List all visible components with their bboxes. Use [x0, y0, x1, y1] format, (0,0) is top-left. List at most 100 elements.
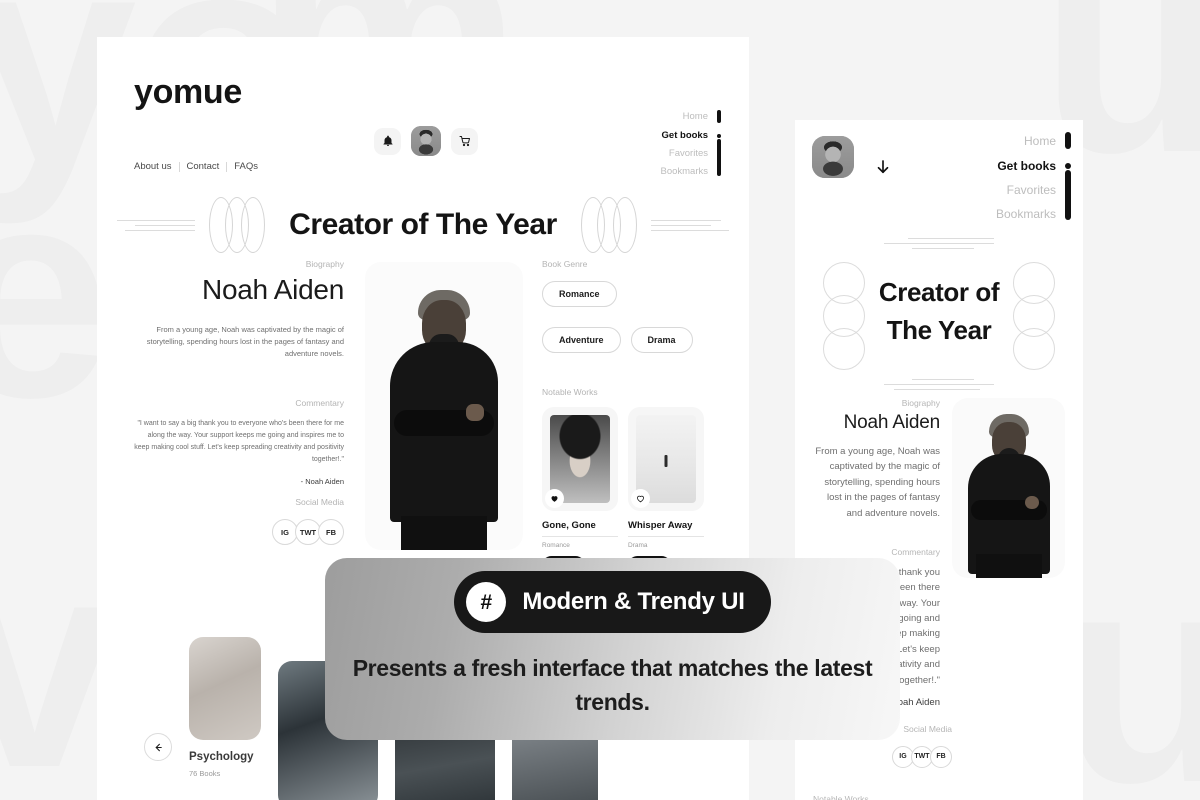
favorite-button-filled[interactable] [545, 489, 564, 508]
book-genre-label: Drama [628, 542, 648, 549]
nav-indicator-bar [1064, 132, 1071, 149]
feature-overlay-banner: # Modern & Trendy UI Presents a fresh in… [325, 558, 900, 740]
nav-item-label: Favorites [668, 148, 708, 159]
nav-link-faqs[interactable]: FAQs [227, 161, 265, 172]
commentary-eyebrow: Commentary [295, 398, 344, 409]
feature-subtitle: Presents a fresh interface that matches … [352, 655, 873, 716]
mobile-nav-item-bookmarks[interactable]: Bookmarks [995, 170, 1071, 221]
hero-line-decoration-right [650, 219, 729, 231]
mobile-user-avatar[interactable] [812, 136, 854, 178]
heart-outline-icon [637, 495, 644, 503]
book-genre-label: Romance [542, 542, 570, 549]
book-info-column: Book Genre Romance Adventure Drama Notab… [542, 259, 722, 575]
creator-portrait-image [952, 408, 1065, 578]
category-image [189, 637, 261, 740]
avatar-image [411, 126, 441, 156]
mobile-nav-item-get-books[interactable]: Get books [997, 159, 1071, 173]
mobile-commentary-eyebrow: Commentary [891, 546, 940, 557]
book-title: Whisper Away [628, 520, 693, 531]
book-card[interactable]: Whisper Away Drama $20.0 [628, 407, 704, 575]
nav-indicator-long-bar [1064, 170, 1071, 220]
nav-item-label: Favorites [1006, 183, 1056, 197]
social-facebook-button[interactable]: FB [930, 745, 952, 768]
genre-chip-adventure[interactable]: Adventure [542, 327, 621, 353]
mobile-header: Home Get books Favorites Bookmarks [795, 120, 1083, 238]
mobile-page-title: Creator of The Year [795, 274, 1083, 349]
commentary-quote: "I want to say a big thank you to everyo… [134, 420, 344, 464]
book-card[interactable]: Gone, Gone Romance $20.0 [542, 407, 618, 575]
book-title: Gone, Gone [542, 520, 596, 531]
genre-chip-drama[interactable]: Drama [630, 327, 693, 353]
nav-indicator-long-bar [716, 139, 721, 176]
category-name: Psychology [189, 751, 254, 763]
genre-chip-group: Romance Adventure Drama [542, 281, 722, 353]
category-count: 76 Books [189, 769, 221, 778]
cart-button[interactable] [451, 127, 478, 155]
mobile-nav-item-home[interactable]: Home [1024, 132, 1071, 149]
mobile-hero-lines-top [884, 238, 994, 253]
notification-bell-button[interactable] [374, 127, 401, 155]
nav-indicator-dot [716, 133, 721, 138]
biography-eyebrow: Biography [305, 259, 344, 269]
nav-indicator-dot [1064, 163, 1071, 169]
nav-item-bookmarks[interactable]: Bookmarks [660, 139, 721, 177]
user-avatar-button[interactable] [411, 126, 441, 156]
nav-item-label: Bookmarks [660, 166, 708, 177]
arrow-down-icon [877, 160, 889, 174]
watermark-letters: e [0, 124, 112, 460]
genre-chip-romance[interactable]: Romance [542, 281, 617, 307]
mobile-hero: Creator of The Year [795, 238, 1083, 390]
nav-item-label: Bookmarks [995, 207, 1056, 221]
nav-item-home[interactable]: Home [683, 110, 721, 123]
nav-indicator-bar [716, 110, 721, 123]
mobile-page-title-line1: Creator of [878, 277, 1000, 307]
nav-link-about-us[interactable]: About us [134, 161, 179, 172]
avatar-image [812, 136, 854, 178]
hero-title-row: Creator of The Year [97, 197, 749, 253]
mobile-nav-item-favorites[interactable]: Favorites [1007, 183, 1071, 197]
book-divider [542, 536, 618, 537]
carousel-prev-button[interactable] [144, 733, 172, 761]
cart-icon [459, 136, 470, 147]
nav-item-label: Get books [661, 130, 708, 141]
nav-item-label: Home [1023, 133, 1056, 148]
nav-item-label: Get books [997, 159, 1056, 173]
ellipse-decoration-right [580, 197, 637, 253]
mobile-page-title-line2: The Year [886, 314, 992, 345]
secondary-nav: About us Contact FAQs [134, 161, 265, 172]
social-media-block: Social Media IG TWT FB [134, 497, 344, 545]
feature-badge-label: Modern & Trendy UI [522, 588, 745, 615]
nav-item-favorites[interactable]: Favorites [669, 148, 721, 159]
creator-portrait-card [365, 262, 523, 550]
creator-name: Noah Aiden [202, 274, 344, 305]
book-cover-frame [542, 407, 618, 511]
primary-nav: Home Get books Favorites Bookmarks [660, 110, 721, 177]
arrow-left-icon [155, 743, 162, 751]
mobile-creator-portrait-card [952, 398, 1065, 578]
biography-text: From a young age, Noah was captivated by… [146, 324, 344, 359]
creator-portrait-image [365, 282, 523, 550]
hash-icon: # [466, 582, 507, 622]
mobile-biography-text: From a young age, Noah was captivated by… [815, 446, 940, 519]
brand-logo[interactable]: yomue [134, 73, 242, 112]
favorite-button-outline[interactable] [631, 489, 650, 508]
biography-column: Biography Noah Aiden From a young age, N… [134, 259, 344, 486]
page-title: Creator of The Year [289, 208, 557, 241]
category-card[interactable]: Psychology 76 Books [189, 637, 261, 778]
notable-works-list: Gone, Gone Romance $20.0 Whisper Away Dr… [542, 407, 722, 575]
nav-item-label: Home [682, 111, 708, 122]
commentary-signature: - Noah Aiden [300, 477, 344, 487]
mobile-scroll-down-button[interactable] [874, 158, 892, 176]
mobile-notable-works-eyebrow: Notable Works [813, 793, 869, 800]
nav-link-contact[interactable]: Contact [180, 161, 227, 172]
hero-line-decoration-left [117, 219, 196, 231]
social-icon-group: IG TWT FB [134, 519, 344, 545]
nav-item-get-books[interactable]: Get books [662, 130, 721, 141]
header-icon-row [374, 126, 478, 156]
ellipse-decoration-left [209, 197, 266, 253]
mobile-social-icon-group: IG TWT FB [813, 745, 952, 768]
notable-works-eyebrow: Notable Works [542, 387, 598, 397]
book-divider [628, 536, 704, 537]
mobile-creator-name: Noah Aiden [843, 412, 941, 433]
social-facebook-button[interactable]: FB [318, 519, 344, 545]
